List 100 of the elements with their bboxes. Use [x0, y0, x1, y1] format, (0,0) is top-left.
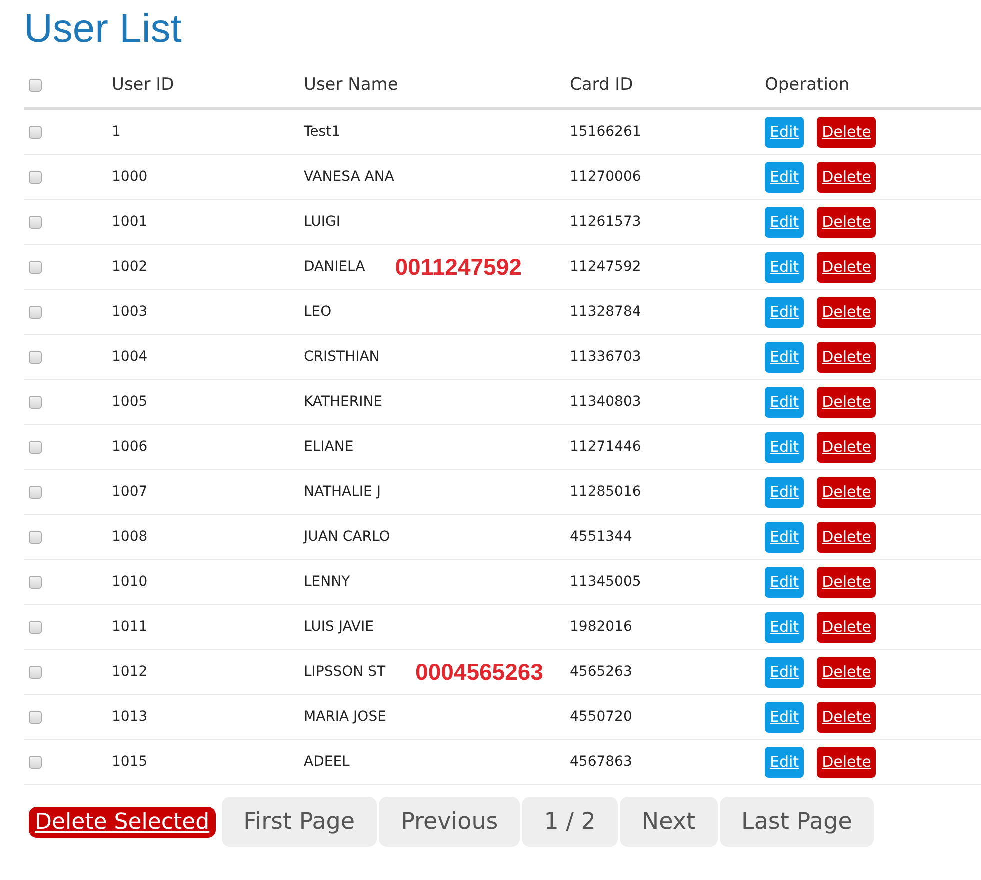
checkbox[interactable] — [29, 530, 42, 544]
table-cell: LEO — [304, 304, 332, 320]
table-cell: 11271446 — [570, 439, 642, 455]
delete-button[interactable]: Delete — [817, 476, 876, 508]
table-cell: 4550720 — [570, 709, 632, 725]
table-cell: ELIANE — [304, 439, 354, 455]
edit-button[interactable]: Edit — [765, 656, 804, 688]
table-cell: 11285016 — [570, 484, 642, 500]
table-cell: 1010 — [112, 574, 148, 590]
edit-button[interactable]: Edit — [765, 432, 804, 462]
table-cell: KATHERINE — [304, 394, 383, 410]
table-cell: Test1 — [304, 124, 340, 140]
table-cell: 1007 — [112, 484, 148, 500]
checkbox[interactable] — [29, 756, 42, 768]
table-cell: JUAN CARLO — [304, 529, 390, 545]
delete-button[interactable]: Delete — [817, 252, 876, 282]
pagination-button[interactable]: First Page — [222, 797, 378, 847]
checkbox[interactable] — [29, 306, 42, 318]
delete-button[interactable]: Delete — [817, 342, 876, 372]
table-cell: 11261573 — [570, 214, 642, 230]
column-header: User ID — [112, 75, 174, 95]
table-cell: 1982016 — [570, 619, 632, 635]
delete-button[interactable]: Delete — [817, 162, 876, 192]
checkbox[interactable] — [29, 486, 42, 498]
edit-button[interactable]: Edit — [765, 746, 804, 778]
edit-button[interactable]: Edit — [765, 116, 804, 148]
checkbox[interactable] — [29, 170, 42, 184]
column-header: Operation — [765, 75, 850, 95]
table-cell: 1001 — [112, 214, 148, 230]
checkbox[interactable] — [29, 440, 42, 454]
table-cell: CRISTHIAN — [304, 349, 380, 365]
table-cell: LENNY — [304, 574, 350, 590]
edit-button[interactable]: Edit — [765, 566, 804, 598]
table-cell: 4567863 — [570, 754, 632, 770]
table-cell: 1015 — [112, 754, 148, 770]
table-cell: 4565263 — [570, 664, 632, 680]
table-cell: 1004 — [112, 349, 148, 365]
table-cell: 11340803 — [570, 394, 642, 410]
delete-button[interactable]: Delete — [817, 702, 876, 732]
table-cell: 1003 — [112, 304, 148, 320]
edit-button[interactable]: Edit — [765, 522, 804, 552]
checkbox[interactable] — [29, 216, 42, 228]
delete-button[interactable]: Delete — [817, 432, 876, 462]
table-cell: 11336703 — [570, 349, 642, 365]
table-cell: 1006 — [112, 439, 148, 455]
delete-button[interactable]: Delete — [817, 656, 876, 688]
edit-button[interactable]: Edit — [765, 476, 804, 508]
pagination-button[interactable]: 1 / 2 — [522, 797, 618, 847]
pagination-button[interactable]: Next — [620, 797, 718, 847]
table-cell: 1000 — [112, 169, 148, 185]
edit-button[interactable]: Edit — [765, 702, 804, 732]
page-title: User List — [24, 6, 183, 53]
checkbox[interactable] — [29, 666, 42, 678]
table-cell: 1 — [112, 124, 121, 140]
table-cell: 1013 — [112, 709, 148, 725]
delete-button[interactable]: Delete — [817, 206, 876, 238]
table-cell: 11270006 — [570, 169, 642, 185]
edit-button[interactable]: Edit — [765, 386, 804, 418]
table-cell: 1011 — [112, 619, 148, 635]
table-cell: DANIELA — [304, 259, 366, 275]
edit-button[interactable]: Edit — [765, 296, 804, 328]
table-cell: 4551344 — [570, 529, 632, 545]
checkbox[interactable] — [29, 576, 42, 588]
pagination-button[interactable]: Last Page — [720, 797, 874, 847]
delete-button[interactable]: Delete — [817, 116, 876, 148]
delete-selected-button[interactable]: Delete Selected — [29, 806, 216, 838]
delete-button[interactable]: Delete — [817, 296, 876, 328]
edit-button[interactable]: Edit — [765, 162, 804, 192]
checkbox[interactable] — [29, 126, 42, 138]
pagination-button[interactable]: Previous — [379, 797, 520, 847]
table-cell: LUIGI — [304, 214, 340, 230]
table-cell: 15166261 — [570, 124, 642, 140]
checkbox[interactable] — [29, 620, 42, 634]
table-cell: 1008 — [112, 529, 148, 545]
annotation-text: 0004565263 — [416, 658, 544, 686]
delete-button[interactable]: Delete — [817, 612, 876, 642]
table-cell: 1002 — [112, 259, 148, 275]
table-cell: 11345005 — [570, 574, 642, 590]
checkbox[interactable] — [29, 78, 42, 92]
column-header: User Name — [304, 75, 398, 95]
table-cell: 11328784 — [570, 304, 642, 320]
checkbox[interactable] — [29, 396, 42, 408]
checkbox[interactable] — [29, 350, 42, 364]
edit-button[interactable]: Edit — [765, 206, 804, 238]
table-cell: LIPSSON ST — [304, 664, 386, 680]
table-cell: 1012 — [112, 664, 148, 680]
table-cell: 11247592 — [570, 259, 642, 275]
table-cell: ADEEL — [304, 754, 350, 770]
checkbox[interactable] — [29, 710, 42, 724]
edit-button[interactable]: Edit — [765, 252, 804, 282]
delete-button[interactable]: Delete — [817, 386, 876, 418]
column-header: Card ID — [570, 75, 634, 95]
table-cell: LUIS JAVIE — [304, 619, 374, 635]
annotation-text: 0011247592 — [395, 254, 522, 280]
edit-button[interactable]: Edit — [765, 342, 804, 372]
edit-button[interactable]: Edit — [765, 612, 804, 642]
delete-button[interactable]: Delete — [817, 746, 876, 778]
checkbox[interactable] — [29, 260, 42, 274]
delete-button[interactable]: Delete — [817, 522, 876, 552]
delete-button[interactable]: Delete — [817, 566, 876, 598]
